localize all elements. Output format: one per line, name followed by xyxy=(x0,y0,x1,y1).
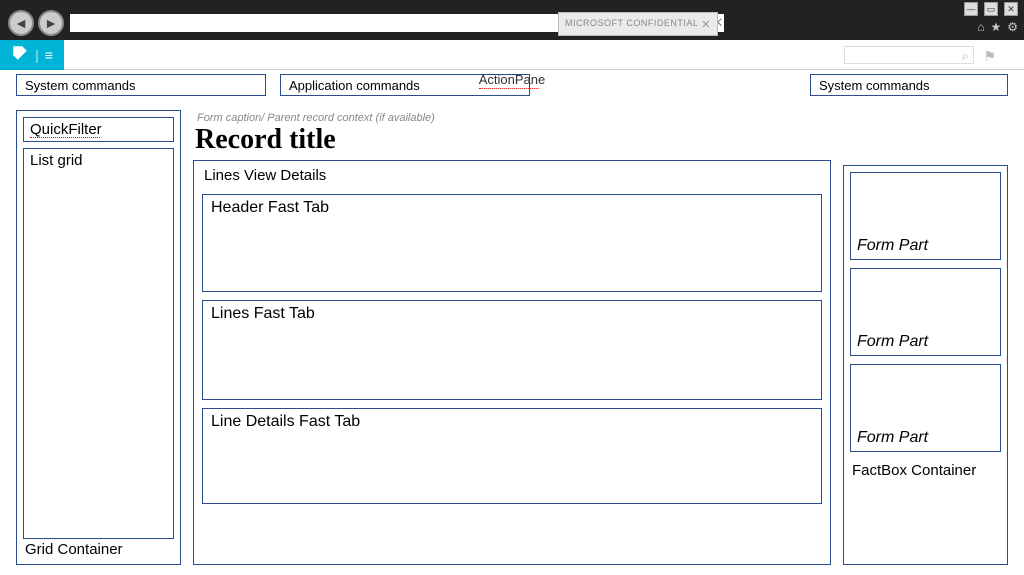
window-minimize-button[interactable]: — xyxy=(964,2,978,16)
search-icon[interactable]: ⌕ xyxy=(962,48,969,64)
lines-view-details-container: Lines View Details Header Fast Tab Lines… xyxy=(193,160,831,565)
form-part-1[interactable]: Form Part xyxy=(850,172,1001,260)
window-maximize-button[interactable]: ▭ xyxy=(984,2,998,16)
details-label: Lines View Details xyxy=(202,165,822,186)
chrome-status-icons: ⌂ ★ ⚙ xyxy=(977,20,1018,34)
divider: | xyxy=(35,47,39,63)
quickfilter-input[interactable]: QuickFilter xyxy=(23,117,174,142)
tab-label: MICROSOFT CONFIDENTIAL xyxy=(565,18,698,28)
hamburger-icon[interactable]: ≡ xyxy=(45,47,53,63)
flag-icon[interactable]: ⚑ xyxy=(983,48,996,65)
home-icon[interactable]: ⌂ xyxy=(977,20,984,34)
factbox-container-label: FactBox Container xyxy=(850,460,1001,479)
browser-chrome: — ▭ ✕ ◄ ► ⌕ ▾ ↻ ✕ MICROSOFT CONFIDENTIAL… xyxy=(0,0,1024,40)
action-pane-label: ActionPane xyxy=(479,72,546,89)
grid-container: QuickFilter List grid Grid Container xyxy=(16,110,181,565)
line-details-fast-tab[interactable]: Line Details Fast Tab xyxy=(202,408,822,504)
factbox-container: Form Part Form Part Form Part FactBox Co… xyxy=(843,165,1008,565)
nav-buttons: ◄ ► xyxy=(8,10,64,36)
app-search-input[interactable] xyxy=(844,46,974,64)
arrow-left-icon: ◄ xyxy=(14,15,28,31)
forward-button[interactable]: ► xyxy=(38,10,64,36)
lines-fast-tab[interactable]: Lines Fast Tab xyxy=(202,300,822,400)
app-topbar: | ≡ ⌕ ⚑ xyxy=(0,40,1024,70)
factbox-column: Form Part Form Part Form Part FactBox Co… xyxy=(843,165,1008,565)
form-part-2[interactable]: Form Part xyxy=(850,268,1001,356)
arrow-right-icon: ► xyxy=(44,15,58,31)
form-part-3[interactable]: Form Part xyxy=(850,364,1001,452)
favorite-icon[interactable]: ★ xyxy=(990,20,1001,34)
main-area: QuickFilter List grid Grid Container For… xyxy=(0,100,1024,575)
gear-icon[interactable]: ⚙ xyxy=(1007,20,1018,34)
form-caption: Form caption/ Parent record context (if … xyxy=(193,110,831,124)
list-grid[interactable]: List grid xyxy=(23,148,174,539)
record-title: Record title xyxy=(193,124,831,160)
grid-container-label: Grid Container xyxy=(23,539,174,558)
tab-close-icon[interactable]: ✕ xyxy=(701,18,711,31)
action-pane: System commands Application commands Act… xyxy=(0,70,1024,100)
system-commands-right[interactable]: System commands xyxy=(810,74,1008,96)
window-close-button[interactable]: ✕ xyxy=(1004,2,1018,16)
system-commands-left[interactable]: System commands xyxy=(16,74,266,96)
dynamics-logo-icon xyxy=(11,44,29,65)
browser-tab[interactable]: MICROSOFT CONFIDENTIAL ✕ xyxy=(558,12,718,36)
header-fast-tab[interactable]: Header Fast Tab xyxy=(202,194,822,292)
app-logo-block[interactable]: | ≡ xyxy=(0,40,64,70)
details-column: Form caption/ Parent record context (if … xyxy=(193,110,831,565)
window-controls: — ▭ ✕ xyxy=(964,2,1018,16)
back-button[interactable]: ◄ xyxy=(8,10,34,36)
